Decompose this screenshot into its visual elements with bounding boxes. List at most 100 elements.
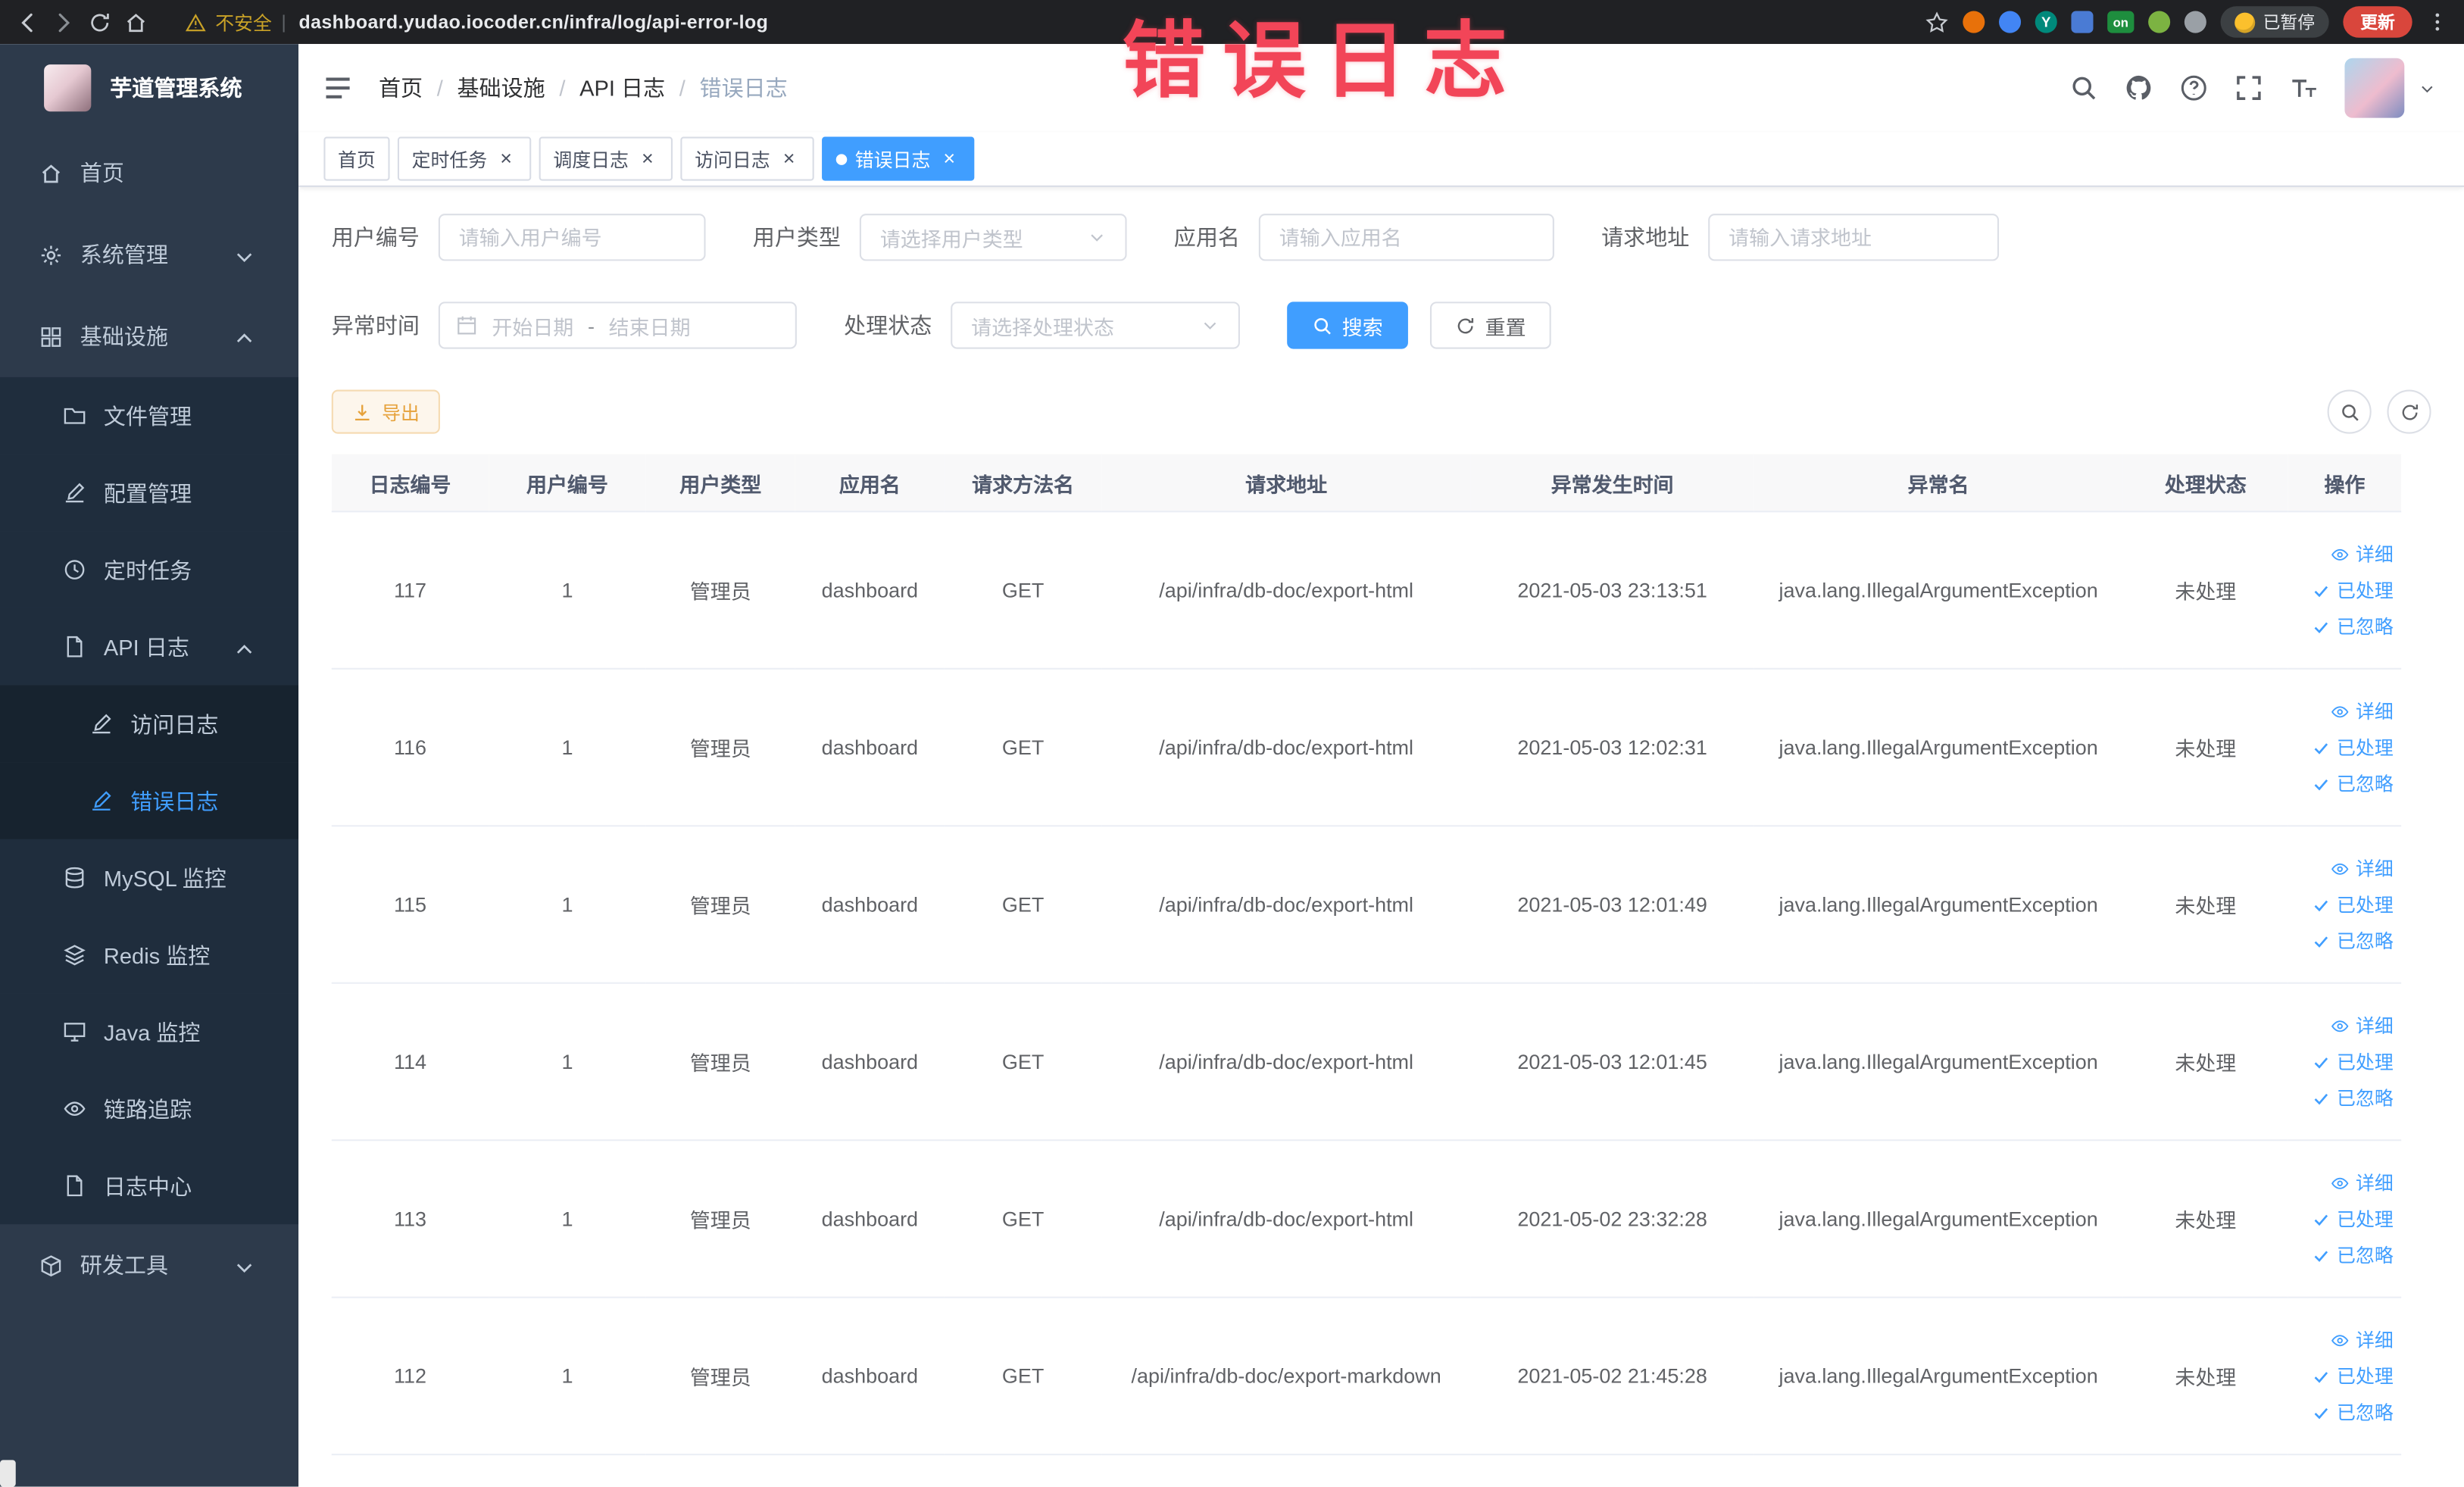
close-icon[interactable]: × [495,148,517,170]
toggle-search-button[interactable] [2327,389,2372,434]
check-icon [2312,617,2331,636]
scrollbar-thumb[interactable] [0,1460,16,1487]
app-name-input[interactable] [1258,214,1554,261]
paused-badge[interactable]: 已暂停 [2220,6,2329,38]
action-processed[interactable]: 已处理 [2296,1048,2394,1075]
address-bar[interactable]: dashboard.yudao.iocoder.cn/infra/log/api… [298,11,768,33]
sidebar-item-label: 日志中心 [103,1173,192,1198]
action-detail[interactable]: 详细 [2296,541,2394,567]
sidebar-item-access-log[interactable]: 访问日志 [0,685,299,763]
hamburger-icon[interactable] [322,72,353,103]
search-icon[interactable] [2069,74,2097,102]
sidebar-item-infrastructure[interactable]: 基础设施 [0,295,298,377]
breadcrumb-item[interactable]: 基础设施 [458,72,545,103]
cell-id: 112 [331,1297,489,1456]
action-processed[interactable]: 已处理 [2296,576,2394,603]
breadcrumb-item[interactable]: 首页 [379,72,423,103]
sidebar-item-config-management[interactable]: 配置管理 [0,454,299,532]
sidebar-item-dev-tools[interactable]: 研发工具 [0,1224,298,1306]
search-button[interactable]: 搜索 [1287,301,1408,349]
close-icon[interactable]: × [636,148,658,170]
forward-icon[interactable] [52,10,75,33]
reset-button[interactable]: 重置 [1430,301,1551,349]
close-icon[interactable]: × [938,148,960,170]
column-header: 异常名 [1754,454,2123,513]
action-ignored[interactable]: 已忽略 [2296,1242,2394,1268]
sidebar-item-system-management[interactable]: 系统管理 [0,214,298,295]
sidebar-item-mysql-monitor[interactable]: MySQL 监控 [0,839,299,917]
action-processed[interactable]: 已处理 [2296,734,2394,761]
action-detail[interactable]: 详细 [2296,1012,2394,1039]
github-icon[interactable] [2125,74,2153,102]
chevron-down-icon[interactable] [2419,80,2436,97]
action-ignored[interactable]: 已忽略 [2296,613,2394,639]
extension-icon[interactable]: Y [2035,11,2057,33]
navbar: 首页 / 基础设施 / API 日志 / 错误日志 [298,44,2464,133]
sidebar-item-log-center[interactable]: 日志中心 [0,1147,299,1225]
user-avatar[interactable] [2344,58,2405,118]
action-ignored[interactable]: 已忽略 [2296,1085,2394,1111]
action-ignored[interactable]: 已忽略 [2296,770,2394,797]
close-icon[interactable]: × [778,148,800,170]
sidebar-item-error-log[interactable]: 错误日志 [0,762,299,839]
sidebar-item-java-monitor[interactable]: Java 监控 [0,993,299,1070]
user-id-input[interactable] [438,214,706,261]
extension-icon[interactable] [2071,11,2094,33]
cell-id: 116 [331,668,489,827]
extension-icon[interactable] [2184,11,2206,33]
tab-error-log[interactable]: 错误日志 × [822,136,975,181]
action-processed[interactable]: 已处理 [2296,1363,2394,1389]
sidebar-item-file-management[interactable]: 文件管理 [0,376,299,455]
column-header: 用户编号 [489,454,646,513]
action-detail[interactable]: 详细 [2296,1170,2394,1196]
table-header-row: 日志编号 用户编号 用户类型 应用名 请求方法名 请求地址 异常发生时间 异常名 处理状态 操作 [331,454,2402,513]
extension-on-badge[interactable]: on [2107,11,2135,33]
action-ignored[interactable]: 已忽略 [2296,1398,2394,1425]
tab-access-log[interactable]: 访问日志 × [680,136,814,181]
action-label: 已忽略 [2337,773,2394,795]
user-type-select[interactable]: 请选择用户类型 [859,214,1127,261]
action-detail[interactable]: 详细 [2296,1326,2394,1353]
sidebar-item-redis-monitor[interactable]: Redis 监控 [0,916,299,994]
bookmark-star-icon[interactable] [1925,10,1949,33]
request-url-input[interactable] [1708,214,2000,261]
back-icon[interactable] [16,10,39,33]
home-icon[interactable] [124,10,148,33]
sidebar-item-home[interactable]: 首页 [0,132,298,214]
action-label: 已忽略 [2337,1245,2394,1267]
reload-icon[interactable] [88,10,111,33]
font-size-icon[interactable] [2290,74,2318,102]
sidebar-item-api-logs[interactable]: API 日志 [0,608,299,686]
sidebar-item-trace[interactable]: 链路追踪 [0,1070,299,1148]
sidebar-item-scheduled-tasks[interactable]: 定时任务 [0,531,299,608]
breadcrumb-item[interactable]: API 日志 [579,72,665,103]
action-processed[interactable]: 已处理 [2296,1205,2394,1232]
fullscreen-icon[interactable] [2234,74,2263,102]
action-detail[interactable]: 详细 [2296,698,2394,724]
export-button[interactable]: 导出 [331,389,440,434]
search-icon [1312,315,1332,336]
logo[interactable]: 芋道管理系统 [0,44,298,132]
extension-icon[interactable] [1999,11,2022,33]
action-ignored[interactable]: 已忽略 [2296,927,2394,954]
extension-icon[interactable] [2148,11,2171,33]
browser-menu-icon[interactable] [2426,11,2448,33]
action-label: 详细 [2355,543,2394,566]
table-row: 112 1 管理员 dashboard GET/api/infra/db-doc/exp… [331,1297,2402,1456]
process-status-select[interactable]: 请选择处理状态 [951,301,1240,349]
tab-home[interactable]: 首页 [323,136,390,181]
tool-icon [39,1254,63,1277]
extension-icon[interactable] [1963,11,1985,33]
tab-scheduled-tasks[interactable]: 定时任务 × [397,136,532,181]
action-processed[interactable]: 已处理 [2296,891,2394,917]
tab-schedule-log[interactable]: 调度日志 × [539,136,673,181]
help-icon[interactable] [2180,74,2208,102]
cell-id: 114 [331,982,489,1142]
update-button[interactable]: 更新 [2343,6,2412,38]
date-range-picker[interactable]: 开始日期 - 结束日期 [438,301,797,349]
security-chip[interactable]: 不安全 | [185,8,286,35]
action-detail[interactable]: 详细 [2296,855,2394,882]
cell-method: GET [944,826,1102,984]
cell-app: dashboard [795,826,945,984]
refresh-button[interactable] [2387,389,2431,434]
